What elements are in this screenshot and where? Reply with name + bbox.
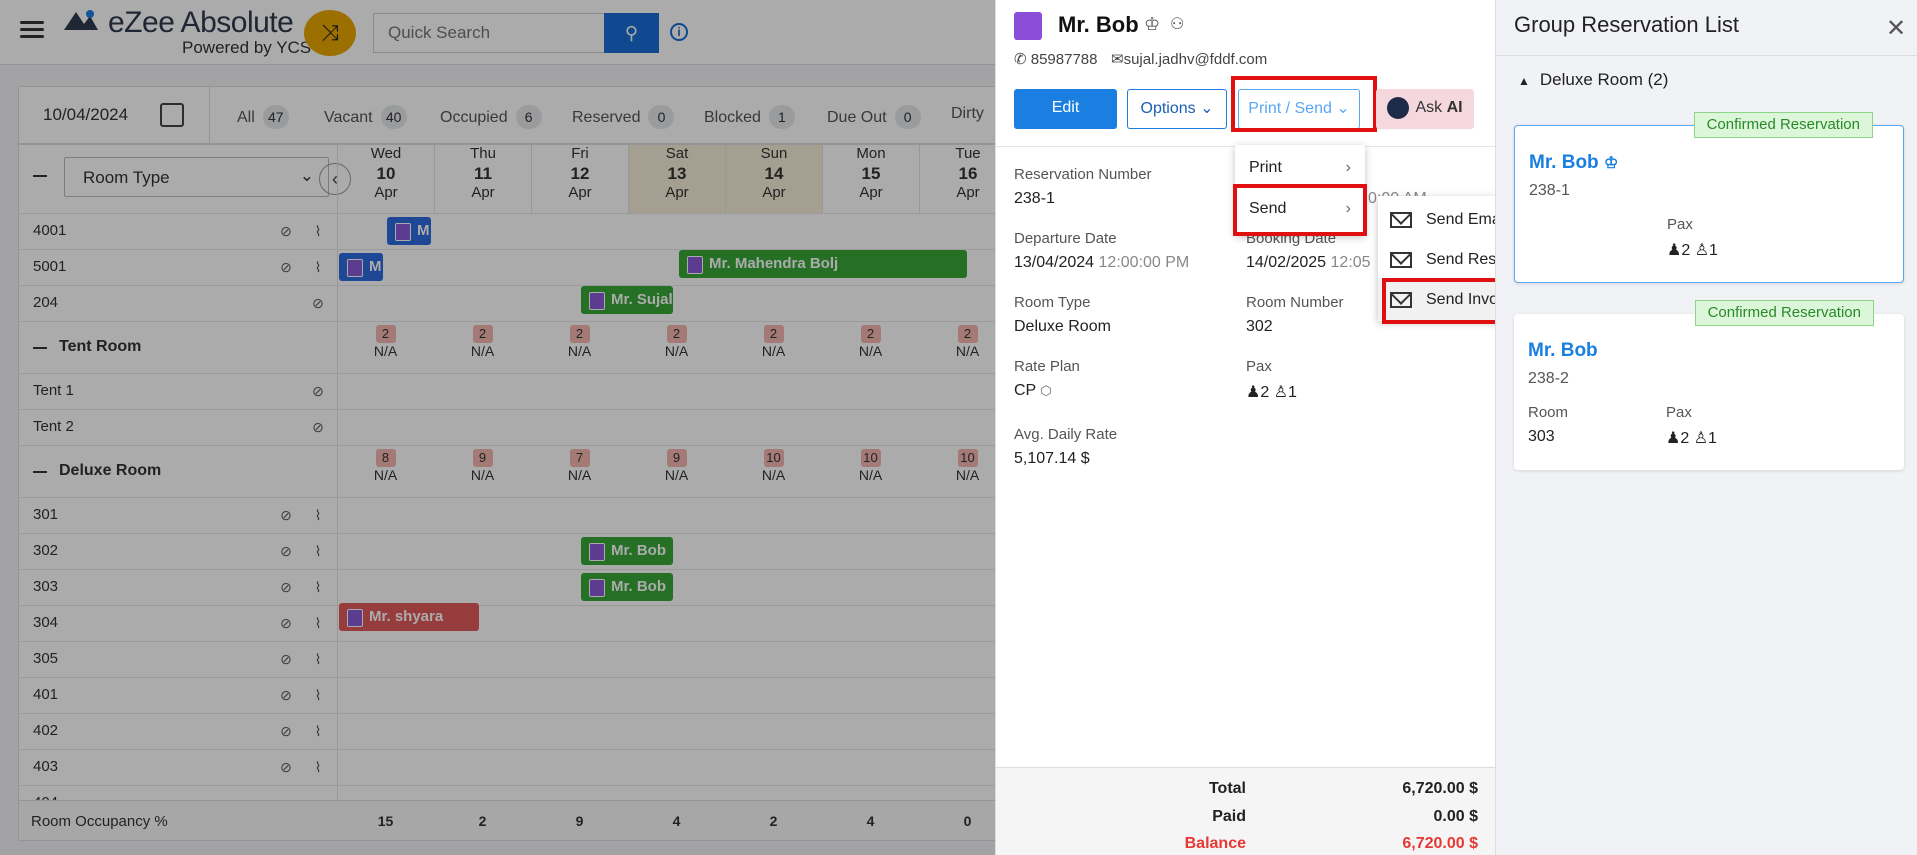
pax-value: ♟2 ♙1: [1246, 382, 1297, 402]
total-label: Total: [1208, 780, 1246, 797]
dep-date: 13/04/2024: [1014, 254, 1095, 271]
room-type-label: Room Type: [1014, 294, 1091, 311]
room-type-value: Deluxe Room: [1014, 318, 1111, 335]
ai-icon: [1387, 96, 1410, 119]
adult-icon: ♟: [1667, 242, 1682, 259]
adr-value: 5,107.14 $: [1014, 450, 1090, 467]
modal-overlay[interactable]: [0, 0, 995, 855]
mail-icon: [1390, 212, 1412, 228]
print-send-label: Print / Send: [1248, 100, 1332, 117]
send-label: Send: [1249, 200, 1287, 217]
close-icon[interactable]: ✕: [1886, 14, 1906, 43]
adults-count: 2: [1260, 384, 1270, 401]
group-card[interactable]: Confirmed Reservation Mr. Bob ♔ 238-1 Pa…: [1514, 112, 1904, 283]
adult-icon: ♟: [1246, 384, 1261, 401]
options-label: Options: [1140, 100, 1196, 117]
chevron-right-icon: ›: [1345, 200, 1351, 217]
ask-label: Ask: [1415, 99, 1443, 116]
card-pax-value: ♟2 ♙1: [1667, 240, 1718, 260]
card-pax-value: ♟2 ♙1: [1666, 428, 1717, 448]
booking-date-value: 14/02/2025 12:05: [1246, 254, 1371, 272]
adult-icon: ♟: [1666, 430, 1681, 447]
group-users-icon: ⚇: [1170, 16, 1185, 33]
children-count: 1: [1708, 430, 1717, 447]
totals-section: Total 6,720.00 $ Paid 0.00 $ Balance 6,7…: [996, 767, 1496, 855]
phone-value: 85987788: [1030, 51, 1098, 68]
divider: [1496, 55, 1917, 56]
reservation-panel: Mr. Bob ♔ ⚇ ✆ 85987788 ✉sujal.jadhv@fddf…: [995, 0, 1496, 855]
card-res-number: 238-2: [1528, 370, 1569, 387]
ai-label: AI: [1446, 99, 1463, 116]
vip-crown-icon: ♔: [1603, 155, 1619, 172]
child-icon: ♙: [1693, 430, 1709, 447]
paid-value: 0.00 $: [1433, 808, 1478, 825]
chevron-down-icon: ⌄: [1336, 100, 1350, 117]
adr-label: Avg. Daily Rate: [1014, 426, 1118, 443]
print-label: Print: [1249, 159, 1282, 176]
rate-plan: CP: [1014, 382, 1036, 399]
email-value: sujal.jadhv@fddf.com: [1123, 51, 1268, 68]
group-section-label: Deluxe Room (2): [1539, 70, 1669, 89]
child-icon: ♙: [1694, 242, 1710, 259]
hotel-icon: [1014, 12, 1042, 40]
card-res-number: 238-1: [1529, 182, 1570, 199]
edit-button[interactable]: Edit: [1014, 89, 1117, 129]
group-reservation-panel: Group Reservation List ✕ ▲ Deluxe Room (2…: [1495, 0, 1917, 855]
menu-item-send[interactable]: Send ›: [1235, 189, 1365, 229]
rate-plan-label: Rate Plan: [1014, 358, 1080, 375]
print-send-menu: Print › Send ›: [1235, 145, 1365, 235]
card-room-value: 303: [1528, 428, 1555, 445]
package-icon: ⬡: [1040, 383, 1052, 398]
caret-up-icon: ▲: [1518, 74, 1530, 88]
card-name-text: Mr. Bob: [1529, 152, 1599, 173]
mail-icon: [1390, 292, 1412, 308]
print-send-button[interactable]: Print / Send ⌄: [1238, 89, 1360, 129]
card-pax-label: Pax: [1667, 216, 1693, 233]
vip-crown-icon: ♔: [1144, 14, 1161, 34]
group-title: Group Reservation List: [1514, 12, 1739, 37]
guest-email: ✉sujal.jadhv@fddf.com: [1111, 50, 1267, 68]
chevron-down-icon: ⌄: [1200, 100, 1214, 117]
booking-time: 12:05: [1330, 254, 1371, 271]
mail-icon: ✉: [1111, 51, 1124, 68]
mail-icon: [1390, 252, 1412, 268]
adults-count: 2: [1681, 242, 1691, 259]
booking-date: 14/02/2025: [1246, 254, 1327, 271]
balance-label: Balance: [1184, 835, 1246, 852]
pax-label: Pax: [1246, 358, 1272, 375]
rate-plan-value: CP ⬡: [1014, 382, 1052, 400]
departure-date-value: 13/04/2024 12:00:00 PM: [1014, 254, 1189, 272]
guest-phone: ✆ 85987788: [1014, 50, 1098, 68]
room-number-label: Room Number: [1246, 294, 1344, 311]
room-number-value: 302: [1246, 318, 1273, 335]
group-card[interactable]: Confirmed Reservation Mr. Bob 238-2 Room…: [1514, 300, 1904, 470]
balance-value: 6,720.00 $: [1402, 835, 1478, 852]
children-count: 1: [1288, 384, 1297, 401]
status-badge: Confirmed Reservation: [1694, 300, 1874, 326]
adults-count: 2: [1680, 430, 1690, 447]
chevron-right-icon: ›: [1345, 159, 1351, 176]
card-pax-label: Pax: [1666, 404, 1692, 421]
app-root: eZee Absolute Powered by YCS ⤨ ⚲ i 10/04…: [0, 0, 1917, 855]
menu-item-print[interactable]: Print ›: [1235, 148, 1365, 188]
total-value: 6,720.00 $: [1402, 780, 1478, 797]
group-section-toggle[interactable]: ▲ Deluxe Room (2): [1518, 70, 1668, 90]
guest-name: Mr. Bob: [1058, 12, 1139, 37]
status-badge: Confirmed Reservation: [1693, 112, 1873, 138]
options-button[interactable]: Options ⌄: [1127, 89, 1227, 129]
ask-ai-button[interactable]: Ask AI: [1376, 89, 1474, 129]
paid-label: Paid: [1212, 808, 1246, 825]
phone-icon: ✆: [1014, 51, 1031, 68]
card-guest-name[interactable]: Mr. Bob ♔: [1529, 152, 1618, 174]
reservation-number-value: 238-1: [1014, 190, 1055, 207]
departure-date-label: Departure Date: [1014, 230, 1117, 247]
child-icon: ♙: [1273, 384, 1289, 401]
card-room-label: Room: [1528, 404, 1569, 421]
children-count: 1: [1709, 242, 1718, 259]
dep-time: 12:00:00 PM: [1098, 254, 1190, 271]
reservation-number-label: Reservation Number: [1014, 166, 1152, 183]
card-guest-name[interactable]: Mr. Bob: [1528, 340, 1598, 362]
